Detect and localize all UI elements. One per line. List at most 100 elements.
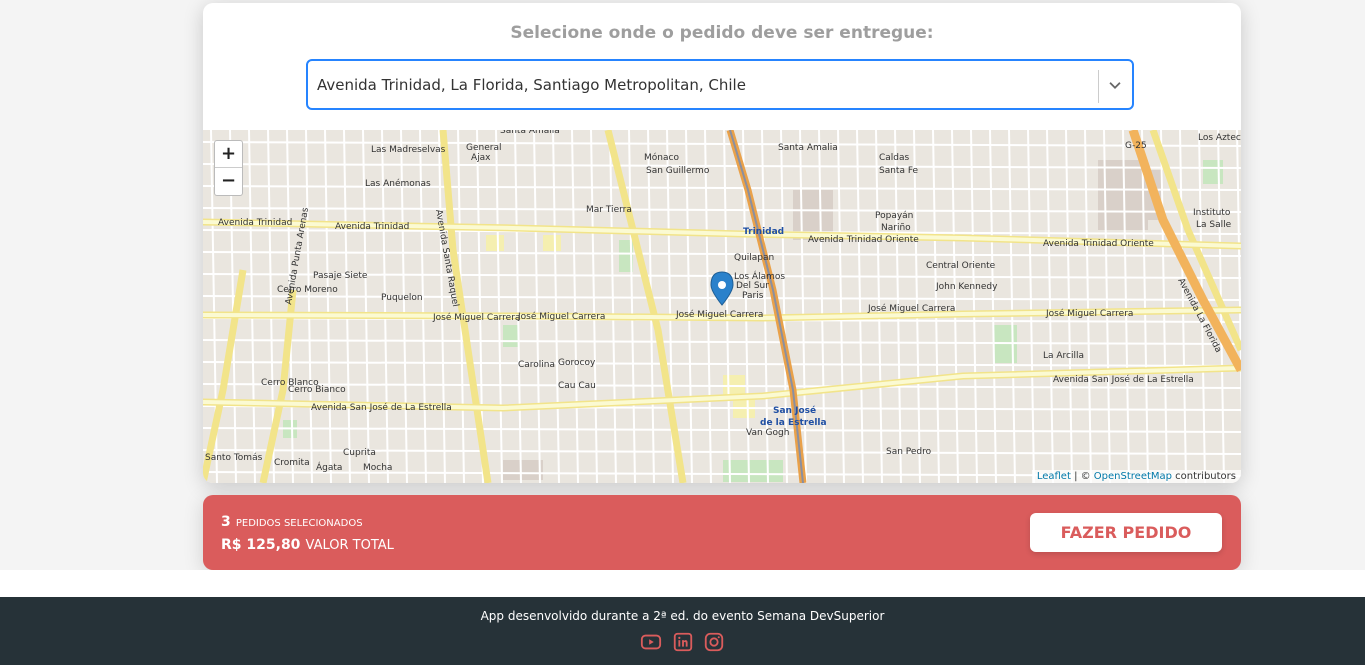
map-label: Quilapan [734, 253, 774, 263]
delivery-card: Selecione onde o pedido deve ser entregu… [203, 3, 1241, 483]
location-marker-icon[interactable] [710, 271, 734, 306]
map-label: Trinidad [743, 227, 784, 237]
map-label: Gorocoy [558, 358, 596, 368]
map-label: San José [773, 405, 816, 416]
map-label: San Pedro [886, 447, 932, 457]
map-street [1236, 130, 1241, 425]
map-street [248, 130, 256, 483]
map-label: Cuprita [343, 448, 376, 458]
zoom-control: + − [214, 140, 243, 196]
map-street [1008, 130, 1016, 483]
map-street [1065, 130, 1073, 483]
map-label: Avenida San José de La Estrella [311, 402, 452, 413]
map-label: Cromita [274, 458, 310, 468]
attribution-suffix: contributors [1172, 471, 1236, 482]
map-label: Avenida Trinidad Oriente [808, 235, 919, 245]
map-label: José Miguel Carrera [675, 309, 763, 320]
map-street [1027, 130, 1035, 483]
map-minor-streets [203, 130, 1241, 483]
map-label: Santa Amalia [778, 143, 838, 153]
map-street [1046, 130, 1054, 483]
map-label: Santa Amalia [500, 130, 560, 136]
map-label: Los Aztecas [1198, 133, 1241, 143]
leaflet-link[interactable]: Leaflet [1037, 471, 1071, 482]
map-label: G-25 [1125, 141, 1147, 151]
map-label: Mocha [363, 463, 392, 473]
map-label: San Guillermo [646, 166, 710, 176]
map-street [1160, 130, 1168, 483]
order-count-line: 3 PEDIDOS SELECIONADOS [221, 511, 363, 530]
order-count: 3 [221, 514, 231, 530]
map-label: José Miguel Carrera [432, 312, 520, 323]
map-label: Santo Tomás [205, 453, 263, 463]
order-total-line: R$ 125,80 VALOR TOTAL [221, 534, 394, 553]
map-label: José Miguel Carrera [867, 303, 955, 314]
map-street [203, 251, 1241, 257]
map-label: de la Estrella [760, 418, 827, 428]
map-label: José Miguel Carrera [1045, 308, 1133, 319]
chevron-down-icon[interactable] [1106, 76, 1124, 94]
footer-spacer [0, 570, 1365, 597]
map-label: Pasaje Siete [313, 271, 368, 281]
map-label: Central Oriente [926, 261, 996, 271]
map-label: Avenida Trinidad Oriente [1043, 239, 1154, 249]
map-label: Del Sur [736, 281, 769, 291]
map-label: Paris [742, 291, 764, 301]
map-label: La Arcilla [1043, 351, 1084, 361]
map-street [324, 130, 332, 483]
openstreetmap-link[interactable]: OpenStreetMap [1094, 471, 1172, 482]
zoom-out-button[interactable]: − [215, 168, 242, 195]
map-street [305, 130, 313, 483]
attribution-separator: | © [1070, 471, 1094, 482]
map-label: General [466, 143, 501, 153]
youtube-icon[interactable] [640, 631, 662, 653]
map-label: Carolina [518, 360, 555, 370]
order-count-label: PEDIDOS SELECIONADOS [235, 518, 363, 529]
page-title: Selecione onde o pedido deve ser entregu… [510, 23, 934, 43]
map-label: Las Anémonas [365, 178, 431, 189]
instagram-icon[interactable] [703, 631, 725, 653]
map-label: Van Gogh [746, 428, 789, 438]
map-street [1084, 130, 1092, 483]
footer-text: App desenvolvido durante a 2ª ed. do eve… [480, 609, 885, 623]
select-separator [1098, 70, 1099, 103]
social-links [0, 631, 1365, 653]
map-street [203, 427, 1241, 433]
map-label: Instituto [1193, 208, 1231, 218]
map-label: Cerro Bianco [288, 385, 346, 395]
map-street [1179, 130, 1187, 483]
map[interactable]: Avenida Trinidad Avenida Trinidad Trinid… [203, 130, 1241, 483]
map-la-florida-avenue [1128, 130, 1241, 373]
map-label: Ajax [471, 153, 491, 163]
map-label: Ágata [316, 461, 342, 473]
map-street [203, 339, 1241, 345]
zoom-in-button[interactable]: + [215, 141, 242, 168]
map-label: Nariño [881, 223, 911, 233]
map-label: Avenida San José de La Estrella [1053, 374, 1194, 385]
order-summary-bar: 3 PEDIDOS SELECIONADOS R$ 125,80 VALOR T… [203, 495, 1241, 570]
map-label: José Miguel Carrera [517, 311, 605, 322]
map-street [343, 130, 351, 483]
map-attribution: Leaflet | © OpenStreetMap contributors [1031, 470, 1241, 483]
map-label: Popayán [875, 211, 913, 221]
map-label: Cau Cau [558, 381, 596, 391]
map-label: Caldas [879, 153, 910, 163]
map-label: Avenida Trinidad [218, 218, 292, 228]
map-label: La Salle [1196, 220, 1232, 230]
map-street [203, 207, 1241, 213]
map-tiles[interactable]: Avenida Trinidad Avenida Trinidad Trinid… [203, 130, 1241, 483]
map-label: Las Madreselvas [371, 145, 446, 155]
map-label: Puquelon [381, 293, 423, 303]
map-label: Mar Tierra [586, 205, 632, 215]
map-label: John Kennedy [935, 282, 998, 292]
place-order-button[interactable]: FAZER PEDIDO [1030, 513, 1222, 552]
address-select[interactable]: Avenida Trinidad, La Florida, Santiago M… [306, 59, 1134, 110]
map-street [203, 361, 1241, 367]
order-total-label: VALOR TOTAL [305, 538, 394, 553]
address-select-value[interactable]: Avenida Trinidad, La Florida, Santiago M… [317, 76, 746, 94]
order-total: R$ 125,80 [221, 537, 301, 553]
map-label: Mónaco [644, 152, 679, 163]
linkedin-icon[interactable] [672, 631, 694, 653]
map-label: Avenida Trinidad [335, 222, 409, 232]
map-label: Santa Fe [879, 166, 919, 176]
